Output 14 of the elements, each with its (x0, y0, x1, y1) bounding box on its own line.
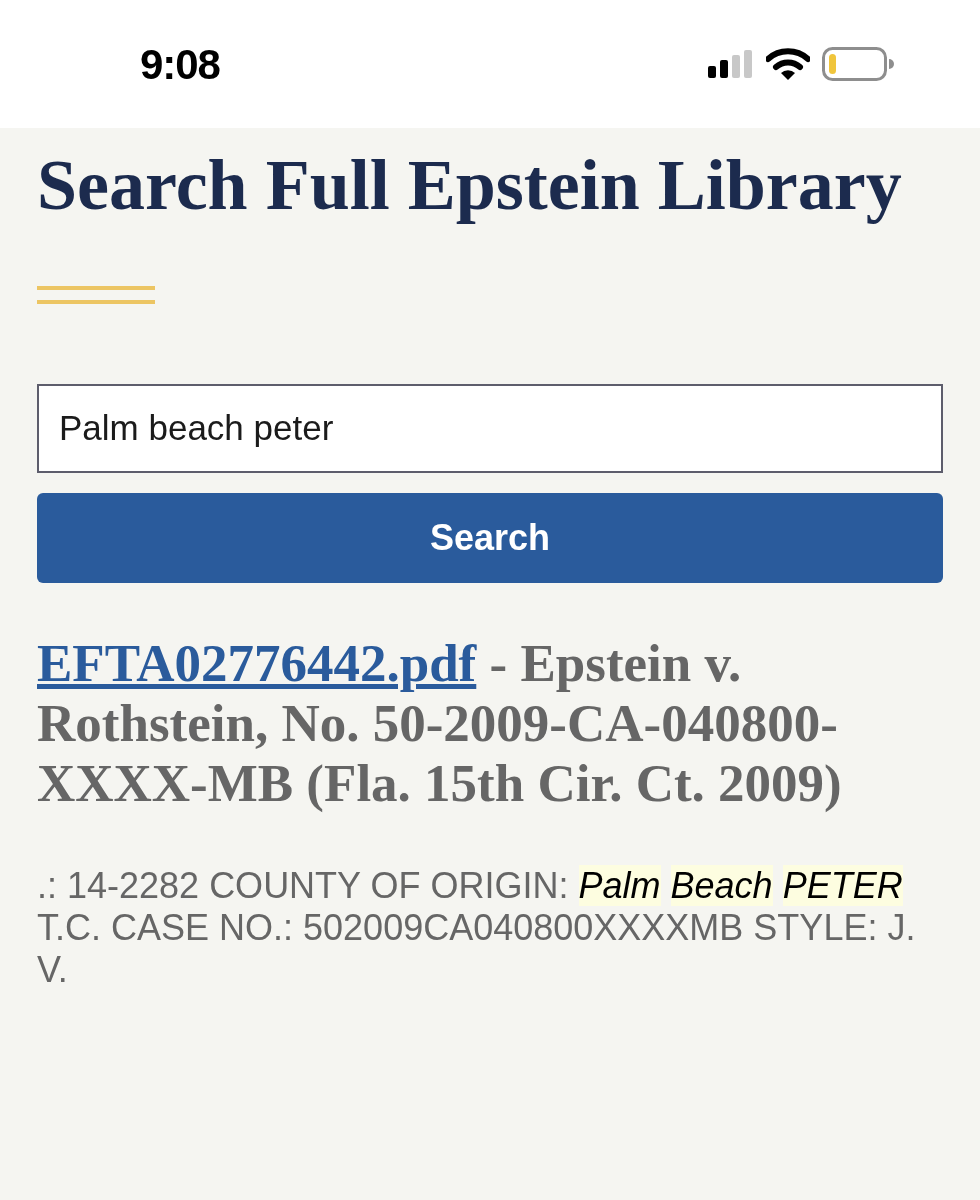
battery-icon (822, 47, 894, 81)
result-heading: EFTA02776442.pdf - Epstein v. Rothstein, No. 50-2009-CA-040800-XXXX-MB (Fla. 15th Cir. Ct. 2009) (37, 633, 843, 813)
page-title: Search Full Epstein Library (37, 145, 903, 225)
highlighted-term: Beach (670, 865, 773, 906)
highlighted-term: PETER (782, 865, 903, 906)
cellular-signal-icon (708, 50, 754, 78)
status-time: 9:08 (140, 39, 220, 90)
result-snippet: .: 14-2282 COUNTY OF ORIGIN: Palm Beach PETER T.C. CASE NO.: 502009CA040800XXXXMB STYLE: J. V. (37, 865, 917, 991)
result-link[interactable]: EFTA02776442.pdf (37, 634, 477, 692)
highlighted-term: Palm (578, 865, 661, 906)
search-button[interactable]: Search (37, 493, 943, 583)
wifi-icon (766, 48, 810, 80)
search-input[interactable]: Palm beach peter (59, 402, 921, 455)
search-field[interactable]: Palm beach peter (37, 384, 943, 473)
